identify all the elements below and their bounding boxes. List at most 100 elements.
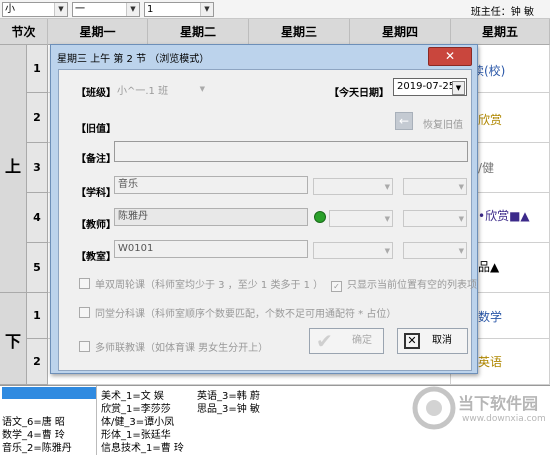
number-select[interactable]: 1 ▼ [144,2,214,17]
period-number: 2 [27,93,48,143]
note-label: 【备注】 [76,154,116,165]
watermark: 当下软件园 www.downxia.com [412,382,546,438]
ok-button[interactable]: ✔ 确定 [309,328,384,354]
date-picker[interactable]: 2019-07-25 ▼ [393,78,467,96]
chevron-down-icon: ▼ [458,183,464,191]
dialog-title: 星期三 上午 第 2 节 （浏览模式） [57,54,210,65]
section-afternoon-label: 下 [5,332,22,351]
multi-teacher-label: 多师联教课（如体育课 男女生分开上） [95,343,269,354]
chevron-down-icon: ▼ [458,215,464,223]
date-label: 【今天日期】 [329,88,389,99]
section-morning-label: 上 [5,157,22,176]
period-number: 1 [27,45,48,93]
room-field[interactable]: W0101 [114,240,308,258]
checkbox-icon [79,278,90,289]
parallel-subject-checkbox[interactable]: 同堂分科课（科师室顺序个数要匹配，个数不足可用通配符 * 占位） [79,305,396,320]
class-dropdown-value: 小^一.1 班 [117,86,169,97]
close-icon: ✕ [404,333,420,349]
chevron-down-icon: ▼ [384,183,390,191]
period-number: 4 [27,193,48,243]
chevron-down-icon: ▼ [199,85,205,93]
day-header-tue: 星期二 [148,19,249,45]
teacher-value: 陈雅丹 [118,211,148,222]
note-input[interactable] [114,141,468,162]
lesson-dialog: 星期三 上午 第 2 节 （浏览模式） ✕ 【班级】 小^一.1 班 ▼ 【今天… [50,44,478,374]
section-afternoon: 下 [0,293,27,385]
chevron-down-icon: ▼ [54,3,67,16]
day-header-wed: 星期三 [249,19,350,45]
class-select[interactable]: 一 ▼ [72,2,140,17]
top-toolbar: 小 ▼ 一 ▼ 1 ▼ 班主任：钟 敏 [0,0,550,19]
cancel-button[interactable]: ✕ 取消 [397,328,468,354]
checkbox-icon [79,341,90,352]
head-teacher-label: 班主任：钟 敏 [470,7,534,18]
period-number: 3 [27,143,48,193]
teacher-field[interactable]: 陈雅丹 [114,208,308,226]
grade-select[interactable]: 小 ▼ [2,2,68,17]
list-item[interactable]: 音乐_2=陈雅丹 [2,439,72,454]
brand-logo-icon [412,386,456,430]
watermark-url: www.downxia.com [462,414,546,424]
old-value-label: 【旧值】 [76,124,116,135]
room-option-dropdown[interactable]: ▼ [313,242,393,259]
section-morning: 上 [0,45,27,293]
date-value: 2019-07-25 [397,81,456,92]
subject-option-dropdown-2[interactable]: ▼ [403,178,467,195]
cancel-button-label: 取消 [432,335,452,346]
period-column-header: 节次 [0,19,48,45]
grade-select-value: 小 [5,4,15,15]
friday-cell[interactable]: 英语 [478,353,502,370]
teacher-label: 【教师】 [76,220,116,231]
chevron-down-icon: ▼ [384,247,390,255]
class-select-value: 一 [75,4,85,15]
friday-cell[interactable]: 数学 [478,308,502,325]
chevron-down-icon: ▼ [458,247,464,255]
teacher-option-dropdown-2[interactable]: ▼ [403,210,467,227]
chevron-down-icon: ▼ [384,215,390,223]
period-number: 2 [27,339,48,385]
chevron-down-icon: ▼ [452,81,465,95]
chevron-down-icon: ▼ [200,3,213,16]
chevron-down-icon: ▼ [126,3,139,16]
alternate-week-checkbox[interactable]: 单双周轮课（科师室均少于 3 ，至少 1 类多于 1 ） [79,276,323,291]
alternate-week-label: 单双周轮课（科师室均少于 3 ，至少 1 类多于 1 ） [95,280,324,291]
checkmark-icon: ✓ [331,281,342,292]
close-button[interactable]: ✕ [428,47,472,66]
close-icon: ✕ [444,49,456,63]
room-label: 【教室】 [76,252,116,263]
subject-label: 【学科】 [76,188,116,199]
number-select-value: 1 [147,4,154,15]
ok-button-label: 确定 [352,335,372,346]
show-empty-only-label: 只显示当前位置有空的列表项 [347,280,477,291]
room-option-dropdown-2[interactable]: ▼ [403,242,467,259]
arrow-left-icon[interactable]: ← [395,112,413,130]
class-label: 【班级】 [76,88,116,99]
restore-old-value-button[interactable]: 恢复旧值 [423,116,463,131]
status-indicator-icon [314,211,326,223]
friday-cell[interactable]: 品▲ [478,258,499,275]
show-empty-only-checkbox[interactable]: ✓ 只显示当前位置有空的列表项 [331,276,477,292]
period-number: 1 [27,293,48,339]
friday-cell[interactable]: •欣赏■▲ [478,207,530,224]
room-value: W0101 [118,243,154,254]
class-dropdown[interactable]: 小^一.1 班 ▼ [114,80,208,98]
subject-value: 音乐 [118,179,138,190]
friday-cell[interactable]: 欣赏 [478,111,502,128]
multi-teacher-checkbox[interactable]: 多师联教课（如体育课 男女生分开上） [79,339,268,354]
period-number: 5 [27,243,48,293]
checkmark-icon: ✔ [316,329,333,353]
day-header-mon: 星期一 [48,19,148,45]
dialog-body: 【班级】 小^一.1 班 ▼ 【今天日期】 2019-07-25 ▼ 【旧值】 … [58,69,477,371]
watermark-brand: 当下软件园 [458,394,539,413]
selected-list-highlight[interactable] [2,387,96,399]
list-item[interactable]: 思品_3=钟 敏 [197,400,260,415]
subject-option-dropdown[interactable]: ▼ [313,178,393,195]
list-divider [96,386,97,455]
friday-cell[interactable]: /健 [478,159,494,176]
day-header-fri: 星期五 [451,19,550,45]
teacher-option-dropdown[interactable]: ▼ [329,210,393,227]
day-header-thu: 星期四 [350,19,451,45]
subject-field[interactable]: 音乐 [114,176,308,194]
checkbox-icon [79,307,90,318]
list-item[interactable]: 信息技术_1=曹 玲 [101,439,184,454]
